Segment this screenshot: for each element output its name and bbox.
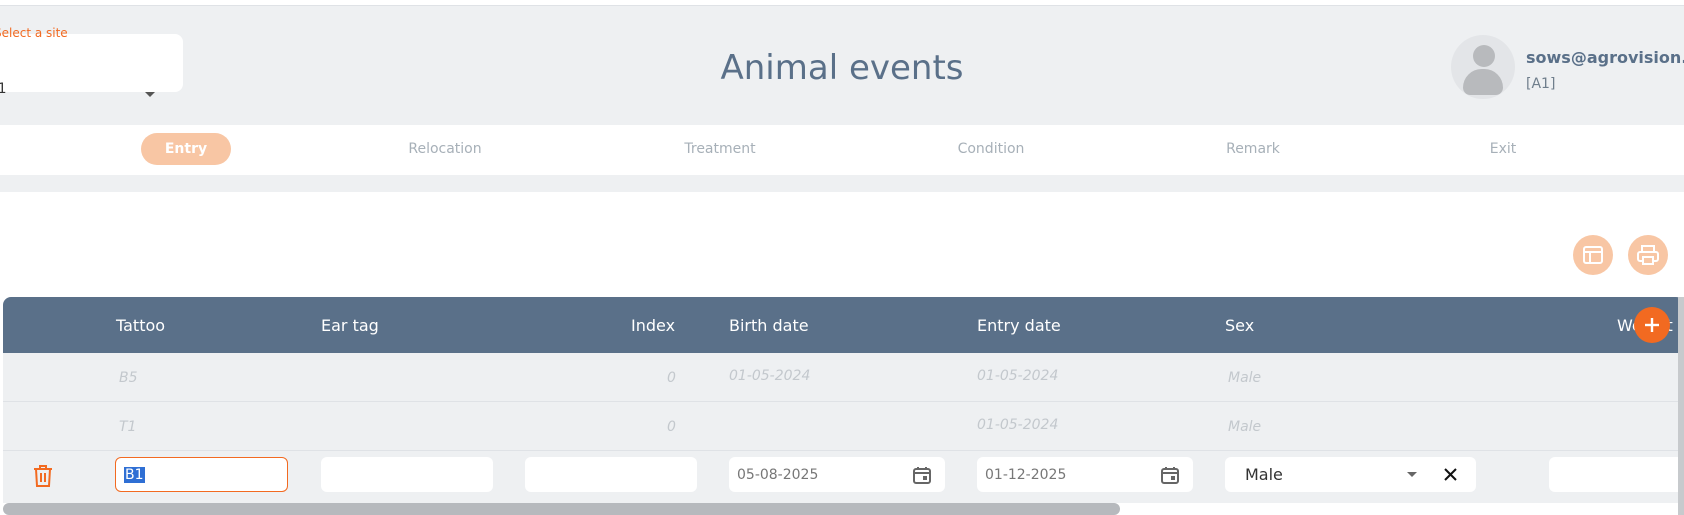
birth-date-input-value: 05-08-2025 <box>737 466 819 483</box>
add-row-button[interactable] <box>1634 307 1670 343</box>
cell-tattoo: T1 <box>119 418 137 435</box>
tab-exit[interactable]: Exit <box>1453 133 1553 165</box>
table-row[interactable]: B5 0 01-05-2024 01-05-2024 Male <box>3 353 1684 402</box>
printer-icon <box>1637 245 1659 265</box>
sex-select-value: Male <box>1245 465 1283 484</box>
delete-row-button[interactable] <box>32 464 54 492</box>
trash-icon <box>34 465 52 487</box>
cell-index: 0 <box>667 369 676 386</box>
birth-date-input[interactable]: 05-08-2025 <box>729 457 945 492</box>
column-header-index[interactable]: Index <box>631 297 675 353</box>
caret-down-icon <box>1407 472 1417 477</box>
cell-index: 0 <box>667 418 676 435</box>
calendar-icon[interactable] <box>1161 466 1179 484</box>
tattoo-input[interactable]: B1 <box>115 457 288 492</box>
cell-birth-date: 01-05-2024 <box>729 367 811 384</box>
event-tabs: Entry Relocation Treatment Condition Rem… <box>0 125 1684 175</box>
tab-remark[interactable]: Remark <box>1203 133 1303 165</box>
ear-tag-input[interactable] <box>321 457 493 492</box>
tab-entry[interactable]: Entry <box>141 133 231 165</box>
user-body-icon <box>1463 69 1503 95</box>
column-header-sex[interactable]: Sex <box>1225 297 1254 353</box>
animal-entry-table: Tattoo Ear tag Index Birth date Entry da… <box>3 297 1684 515</box>
user-email: sows@agrovision.com <box>1526 48 1684 67</box>
weight-input[interactable] <box>1549 457 1684 492</box>
plus-icon <box>1645 318 1659 332</box>
tattoo-input-value: B1 <box>124 466 145 483</box>
cell-entry-date: 01-05-2024 <box>977 367 1059 384</box>
column-header-tattoo[interactable]: Tattoo <box>116 297 165 353</box>
tab-treatment[interactable]: Treatment <box>670 133 770 165</box>
table-row[interactable]: T1 0 01-05-2024 Male <box>3 402 1684 451</box>
caret-down-icon <box>145 92 155 97</box>
tab-relocation[interactable]: Relocation <box>395 133 495 165</box>
column-header-ear-tag[interactable]: Ear tag <box>321 297 379 353</box>
column-header-birth-date[interactable]: Birth date <box>729 297 809 353</box>
clear-icon[interactable] <box>1443 467 1458 482</box>
export-table-button[interactable] <box>1573 235 1613 275</box>
column-header-entry-date[interactable]: Entry date <box>977 297 1061 353</box>
table-header: Tattoo Ear tag Index Birth date Entry da… <box>3 297 1684 353</box>
user-site: [A1] <box>1526 76 1556 92</box>
tab-condition[interactable]: Condition <box>941 133 1041 165</box>
cell-sex: Male <box>1228 369 1262 386</box>
horizontal-scrollbar[interactable] <box>3 503 1120 515</box>
entry-date-input[interactable]: 01-12-2025 <box>977 457 1193 492</box>
cell-entry-date: 01-05-2024 <box>977 416 1059 433</box>
cell-sex: Male <box>1228 418 1262 435</box>
avatar[interactable] <box>1451 35 1515 99</box>
index-input[interactable] <box>525 457 697 492</box>
page-title: Animal events <box>720 48 964 88</box>
sex-select[interactable]: Male <box>1225 457 1476 492</box>
animal-events-page: A1 Select a site Animal events sows@agro… <box>0 0 1684 515</box>
site-select-label: Select a site <box>0 26 68 40</box>
vertical-scrollbar[interactable] <box>1678 297 1684 515</box>
cell-tattoo: B5 <box>119 369 138 386</box>
entry-date-input-value: 01-12-2025 <box>985 466 1067 483</box>
page-header: A1 Select a site Animal events sows@agro… <box>0 5 1684 125</box>
print-button[interactable] <box>1628 235 1668 275</box>
user-head-icon <box>1473 45 1495 67</box>
header-divider <box>0 175 1684 192</box>
new-entry-row: B1 05-08-2025 01-12-2025 Male <box>3 451 1684 503</box>
table-icon <box>1583 246 1603 264</box>
calendar-icon[interactable] <box>913 466 931 484</box>
